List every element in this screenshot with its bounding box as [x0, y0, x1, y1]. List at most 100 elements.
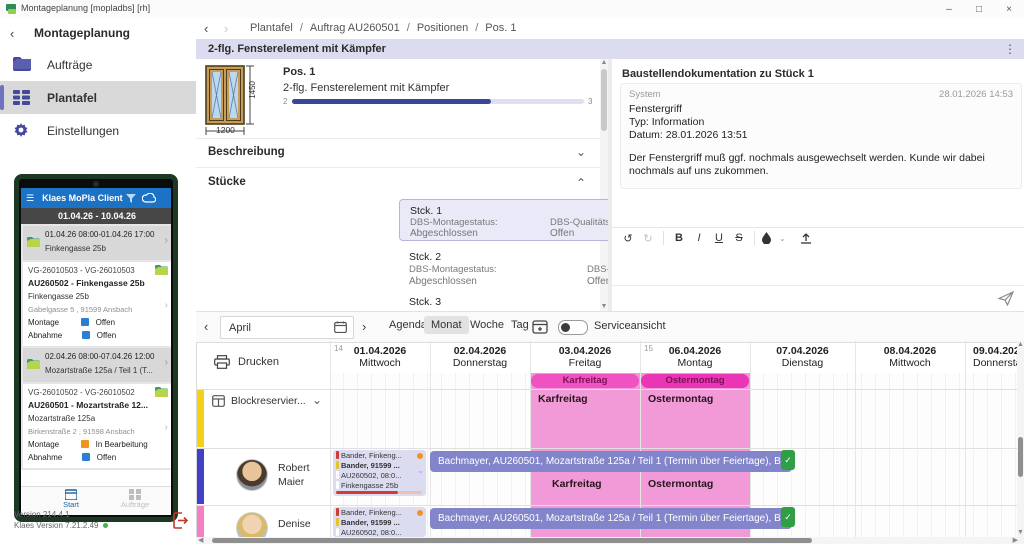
breadcrumb-forward-button[interactable]: ›: [224, 21, 228, 36]
day-header-0804[interactable]: 08.04.2026 Mittwoch: [855, 341, 965, 373]
undo-button[interactable]: ↺: [618, 232, 638, 245]
upload-icon[interactable]: [800, 232, 812, 244]
documentation-title: Baustellendokumentation zu Stück 1: [622, 68, 814, 80]
event-bachmayer-robert[interactable]: Bachmayer, AU260501, Mozartstraße 125a /…: [430, 451, 792, 472]
scheduler-vertical-scrollbar[interactable]: ▲ ▼: [1017, 341, 1024, 537]
scheduler-horizontal-scrollbar[interactable]: ◀ ▶: [196, 537, 1024, 544]
phone-nav-auftraege[interactable]: Aufträge: [113, 489, 157, 509]
app-window: Montageplanung [mopladbs] [rh] – □ × ‹ M…: [0, 0, 1024, 544]
day-header-0604[interactable]: 06.04.2026 Montag: [640, 341, 750, 373]
stueck-row-1[interactable]: Stck. 1 Bau-100-101 DBS-Montagestatus: D…: [399, 199, 608, 241]
scroll-right-icon[interactable]: ▶: [1013, 537, 1018, 544]
phone-card-timeblock-1[interactable]: 01.04.26 08:00-01.04.26 17:00 Finkengass…: [23, 226, 171, 260]
strikethrough-button[interactable]: S: [729, 232, 749, 244]
day-header-0104[interactable]: 01.04.2026 Mittwoch: [330, 341, 430, 373]
breadcrumb-back-button[interactable]: ‹: [204, 21, 208, 36]
font-color-dropdown[interactable]: ⌄: [779, 234, 786, 243]
chevron-right-icon: ›: [165, 357, 168, 368]
sidebar-item-einstellungen[interactable]: Einstellungen: [0, 114, 196, 147]
timeblock-site: Mozartstraße 125a / Teil 1 (T...: [45, 366, 157, 375]
next-month-button[interactable]: ›: [362, 319, 366, 334]
cloud-sync-icon[interactable]: [142, 193, 156, 203]
kebab-menu-button[interactable]: ⋮: [1004, 42, 1016, 56]
day-weekday: Donnerstag: [430, 357, 530, 369]
goto-date-icon[interactable]: [532, 319, 548, 334]
strikethrough-icon: S: [735, 232, 742, 244]
field-label-montage: DBS-Montagestatus:: [409, 264, 497, 275]
font-color-icon[interactable]: [762, 232, 771, 244]
sidebar-item-auftraege[interactable]: Aufträge: [0, 48, 196, 81]
day-header-0204[interactable]: 02.04.2026 Donnerstag: [430, 341, 530, 373]
view-tag-button[interactable]: Tag: [504, 316, 536, 334]
breadcrumb-item-plantafel[interactable]: Plantafel: [250, 22, 293, 34]
italic-button[interactable]: I: [689, 232, 709, 244]
send-icon[interactable]: [998, 291, 1014, 306]
order-title: AU260501 - Mozartstraße 12...: [28, 400, 166, 410]
chevron-up-icon: ⌃: [576, 176, 586, 190]
view-monat-button[interactable]: Monat: [424, 316, 469, 334]
day-header-0304[interactable]: 03.04.2026 Freitag: [530, 341, 640, 373]
day-header-0904[interactable]: 09.04.2026 Donnerstag: [965, 341, 1017, 373]
scroll-up-icon[interactable]: ▲: [1017, 341, 1024, 349]
month-picker[interactable]: April: [220, 316, 354, 339]
back-icon: ‹: [10, 26, 14, 41]
position-description: 2-flg. Fensterelement mit Kämpfer: [283, 82, 449, 94]
scrollbar-thumb[interactable]: [212, 538, 812, 543]
chevron-down-icon[interactable]: ⌄: [312, 393, 322, 407]
stueck-row-3[interactable]: Stck. 3 Bau-100-103: [399, 295, 608, 311]
logout-icon[interactable]: [172, 512, 189, 529]
mini-event-card-denise[interactable]: Bander, Finkeng... Bander, 91599 ... AU2…: [333, 507, 426, 537]
forward-icon: ›: [224, 21, 228, 36]
phone-card-order-1[interactable]: VG-26010503 - VG-26010503 AU260502 - Fin…: [23, 262, 171, 346]
chevron-right-icon: ›: [165, 422, 168, 433]
entry-author: System: [629, 89, 661, 100]
status-open-icon: [81, 318, 89, 326]
service-view-toggle[interactable]: [558, 320, 588, 335]
comment-editor[interactable]: [612, 248, 1024, 284]
stueck-row-2[interactable]: Stck. 2 Bau-100-102 DBS-Montagestatus: D…: [399, 248, 608, 290]
status-row-montage: Montage Offen: [28, 318, 168, 327]
breadcrumb-item-auftrag[interactable]: Auftrag AU260501: [310, 22, 400, 34]
chevron-down-icon[interactable]: ⌄: [417, 466, 424, 475]
section-beschreibung[interactable]: Beschreibung ⌄: [196, 138, 600, 165]
prev-month-button[interactable]: ‹: [204, 319, 208, 334]
sidebar-back-button[interactable]: ‹: [10, 26, 14, 41]
mini-event-card-robert[interactable]: Bander, Finkeng... Bander, 91599 ... AU2…: [333, 450, 426, 496]
calendar-icon: [65, 489, 77, 500]
section-stuecke[interactable]: Stücke ⌃: [196, 167, 600, 196]
avatar: [236, 459, 268, 491]
scrollbar-thumb[interactable]: [1018, 437, 1023, 477]
minimize-button[interactable]: –: [934, 0, 964, 18]
order-address: Gabelgasse 5 , 91599 Ansbach: [28, 305, 153, 314]
redo-button[interactable]: ↻: [638, 232, 658, 245]
phone-card-order-2[interactable]: VG-26010502 - VG-26010502 AU260501 - Moz…: [23, 384, 171, 468]
phone-card-timeblock-2[interactable]: 02.04.26 08:00-07.04.26 12:00 Mozartstra…: [23, 348, 171, 382]
close-button[interactable]: ×: [994, 0, 1024, 18]
print-button[interactable]: Drucken: [214, 355, 279, 369]
breadcrumb-item-positionen[interactable]: Positionen: [417, 22, 468, 34]
maximize-button[interactable]: □: [964, 0, 994, 18]
order-site: Finkengasse 25b: [28, 292, 148, 301]
event-bachmayer-denise[interactable]: Bachmayer, AU260501, Mozartstraße 125a /…: [430, 508, 792, 529]
phone-date-range-bar[interactable]: 01.04.26 - 10.04.26: [21, 208, 171, 224]
row-color-block: [197, 390, 204, 447]
breadcrumb-item-pos1[interactable]: Pos. 1: [485, 22, 516, 34]
folder-icon: [155, 265, 168, 275]
bold-button[interactable]: B: [669, 232, 689, 244]
scroll-left-icon[interactable]: ◀: [198, 537, 203, 544]
bold-icon: B: [675, 232, 683, 244]
gear-icon: [13, 123, 33, 139]
scroll-down-icon[interactable]: ▼: [1017, 529, 1024, 537]
scrollbar-thumb[interactable]: [601, 69, 607, 131]
montage-label: Montage: [28, 440, 59, 449]
mini-line3: AU260502, 08:0...: [341, 528, 413, 537]
sidebar-item-plantafel[interactable]: Plantafel: [0, 81, 196, 114]
menu-icon[interactable]: ☰: [26, 193, 34, 204]
phone-nav-start[interactable]: Start: [51, 489, 91, 509]
section-label: Stücke: [208, 176, 246, 188]
underline-button[interactable]: U: [709, 232, 729, 244]
day-date: 01.04.2026: [330, 345, 430, 357]
filter-icon[interactable]: [126, 194, 136, 203]
day-header-0704[interactable]: 07.04.2026 Dienstag: [750, 341, 855, 373]
scroll-up-icon[interactable]: ▲: [600, 59, 608, 67]
